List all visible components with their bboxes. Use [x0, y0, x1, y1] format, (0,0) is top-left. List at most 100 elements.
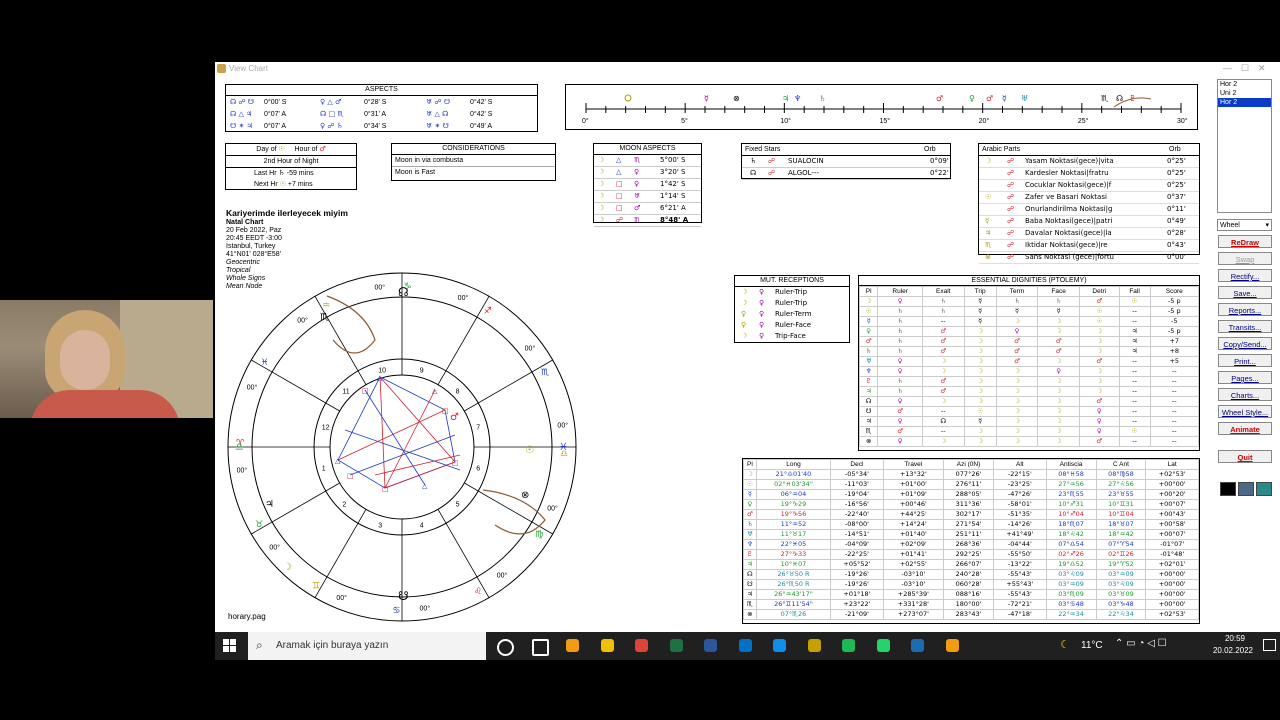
moon-aspect-cell: 1°42' S	[660, 180, 686, 188]
house-sign-glyph: ♉	[255, 520, 263, 530]
app-orange-2-icon[interactable]	[945, 639, 959, 652]
notification-icon[interactable]	[1263, 639, 1276, 651]
app-blue-icon[interactable]	[911, 639, 924, 652]
cortana-icon[interactable]	[497, 639, 514, 656]
dignities-cell: ☽	[1037, 316, 1080, 327]
dignities-cell: ♂	[995, 336, 1039, 347]
dignities-cell: --	[1149, 386, 1200, 397]
dignities-cell: ♀	[858, 326, 879, 337]
maximize-button[interactable]: ☐	[1241, 63, 1249, 74]
wheelstyle-button[interactable]: Wheel Style...	[1218, 405, 1272, 418]
positions-cell: -58°01'	[993, 499, 1047, 510]
animate-button[interactable]: Animate	[1218, 422, 1272, 435]
search-box[interactable]: ⌕ Aramak için buraya yazın	[248, 632, 486, 660]
chrome-icon[interactable]	[635, 639, 648, 652]
chart-wheel[interactable]: 100°♈200°♉ 300°♊400°♋500°♌600°♍7 00°♎800°♏…	[225, 270, 581, 624]
dignities-cell: ☽	[995, 416, 1039, 427]
aspect-cell: ♅ ☍ ☋	[426, 98, 451, 106]
dignities-header-cell: Score	[1149, 286, 1200, 297]
positions-cell: ♂	[743, 509, 757, 520]
fixed-stars-orb-label: Orb	[924, 146, 936, 153]
swap-button[interactable]: Swap	[1218, 252, 1272, 265]
positions-cell: 03°♌09	[1095, 579, 1147, 590]
positions-cell: 288°05'	[942, 489, 995, 500]
aspect-row: ☊ △ ♃ 0°07' A ☊ □ ♏ 0°31' A ♅ △ ☊ 0°42' S	[230, 109, 533, 121]
charts-button[interactable]: Charts...	[1218, 388, 1272, 401]
dignities-cell: ♂	[995, 346, 1039, 357]
chart-list-item[interactable]: Uni 2	[1218, 89, 1271, 98]
file-explorer-icon[interactable]	[600, 639, 614, 652]
chart-date: 20 Feb 2022, Paz	[226, 227, 282, 234]
arabic-part-cell: ☿	[985, 217, 990, 225]
positions-cell: +02°09'	[882, 539, 944, 550]
chart-list-item[interactable]: Hor 2	[1218, 98, 1271, 107]
spotify-icon[interactable]	[842, 639, 855, 652]
positions-cell: +14°24'	[882, 519, 944, 530]
dignities-cell: ♀	[877, 436, 923, 447]
dignities-cell: ♂	[858, 336, 879, 347]
single-view-icon[interactable]	[1220, 482, 1236, 496]
mut-receptions-rows: ☽ ♀ Ruler-Trip ☽ ♀ Ruler-Trip ♀ ♀ Ruler-Term ♀ ♀ Ru…	[735, 287, 849, 342]
dignities-header-cell: Face	[1037, 286, 1080, 297]
dignities-cell: ☊	[858, 396, 879, 407]
positions-cell: ☋	[743, 579, 757, 590]
clock-time[interactable]: 20:59	[1215, 634, 1255, 643]
chart-list-item[interactable]: Hor 2	[1218, 80, 1271, 89]
task-view-icon[interactable]	[531, 639, 549, 656]
dignities-header-cell: Term	[995, 286, 1039, 297]
print-button[interactable]: Print...	[1218, 354, 1272, 367]
quit-button[interactable]: Quit	[1218, 450, 1272, 463]
mut-reception-cell: ☽	[741, 288, 748, 296]
whatsapp-icon[interactable]	[876, 639, 890, 652]
close-button[interactable]: ✕	[1258, 63, 1266, 74]
pages-button[interactable]: Pages...	[1218, 371, 1272, 384]
positions-cell: +02°01'	[1145, 559, 1199, 570]
minimize-button[interactable]: —	[1223, 63, 1232, 73]
reports-button[interactable]: Reports...	[1218, 303, 1272, 316]
redraw-button[interactable]: ReDraw	[1218, 235, 1272, 248]
outlook-icon[interactable]	[738, 639, 752, 652]
app-icon	[217, 64, 226, 73]
neptune-marker: ♆	[794, 94, 801, 103]
windows-start-icon[interactable]	[223, 639, 237, 653]
tray-icons[interactable]: ⌃ ▭ ◔ ◁ ☐	[1115, 638, 1167, 649]
transits-button[interactable]: Transits...	[1218, 320, 1272, 333]
aspect-cell: 0°34' S	[364, 123, 387, 130]
app-orange-icon[interactable]	[566, 639, 579, 652]
positions-cell: -08°00'	[830, 519, 884, 530]
house-degree: 00°	[525, 344, 536, 352]
mut-reception-cell: ♀	[741, 321, 747, 329]
dignities-cell: --	[1149, 396, 1200, 407]
excel-icon[interactable]	[669, 639, 683, 652]
search-icon: ⌕	[256, 638, 263, 652]
dignities-cell: --	[1118, 436, 1151, 447]
dual-view-icon[interactable]	[1238, 482, 1254, 496]
grid-view-icon[interactable]	[1256, 482, 1272, 496]
dignities-cell: ♆	[858, 366, 879, 377]
wheel-style-select[interactable]: Wheel ▾	[1217, 219, 1272, 231]
moon-aspect-cell: ♅	[634, 192, 641, 200]
arabic-part-cell: ⊗	[985, 253, 991, 261]
house-number: 11	[342, 388, 349, 395]
dignities-cell: -5 p	[1149, 326, 1200, 337]
save-button[interactable]: Save...	[1218, 286, 1272, 299]
word-icon[interactable]	[704, 639, 717, 652]
positions-cell: +00°00'	[1145, 569, 1199, 580]
dignities-cell: ☽	[1037, 426, 1080, 437]
copysend-button[interactable]: Copy/Send...	[1218, 337, 1272, 350]
dignities-cell: ☊	[921, 416, 965, 427]
dignities-cell: ☉	[1118, 426, 1151, 437]
clock-date[interactable]: 20.02.2022	[1208, 646, 1258, 655]
app-yellow-icon[interactable]	[807, 639, 821, 652]
taskbar: ⌕ Aramak için buraya yazın ☾ 11°C ⌃ ▭ ◔ …	[215, 632, 1280, 660]
dignities-cell: ☽	[963, 376, 997, 387]
chart-list[interactable]: Hor 2 Uni 2 Hor 2	[1217, 79, 1272, 213]
rectify-button[interactable]: Rectify...	[1218, 269, 1272, 282]
ruler-ticks: 0° 5° 10° 15° 20° 25° 30°	[582, 103, 1188, 125]
dignities-cell: ♏	[858, 426, 879, 437]
house-degree: 00°	[547, 505, 558, 513]
positions-cell: -47°18'	[993, 609, 1047, 620]
dignities-cell: +5	[1149, 356, 1200, 367]
teamviewer-icon[interactable]	[773, 639, 786, 652]
house-number: 4	[420, 522, 424, 529]
